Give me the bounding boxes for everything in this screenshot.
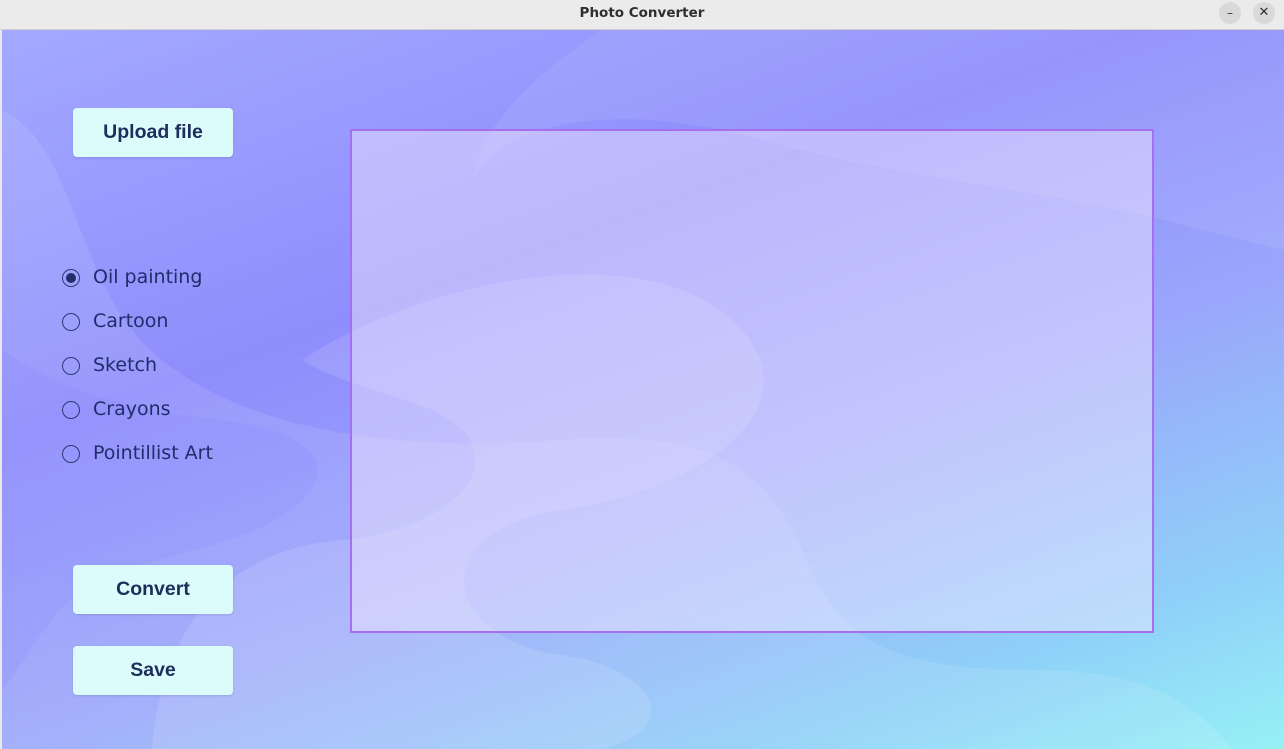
- radio-unchecked-icon[interactable]: [62, 313, 80, 331]
- window-title: Photo Converter: [579, 5, 705, 21]
- radio-unchecked-icon[interactable]: [62, 357, 80, 375]
- radio-unchecked-icon[interactable]: [62, 445, 80, 463]
- save-button[interactable]: Save: [73, 646, 233, 695]
- radio-unchecked-icon[interactable]: [62, 401, 80, 419]
- convert-button[interactable]: Convert: [73, 565, 233, 614]
- main-content: Upload file Oil painting Cartoon Sketch …: [2, 30, 1284, 749]
- radio-label: Cartoon: [93, 310, 169, 332]
- image-preview-area: [350, 129, 1154, 633]
- radio-checked-icon[interactable]: [62, 269, 80, 287]
- minimize-icon[interactable]: –: [1219, 2, 1241, 24]
- radio-label: Pointillist Art: [93, 442, 213, 464]
- title-bar[interactable]: Photo Converter – ✕: [0, 0, 1284, 30]
- radio-label: Oil painting: [93, 266, 203, 288]
- radio-label: Sketch: [93, 354, 158, 376]
- app-window: Photo Converter – ✕ Upload file Oil pain…: [0, 0, 1284, 749]
- close-icon[interactable]: ✕: [1253, 2, 1275, 24]
- radio-label: Crayons: [93, 398, 171, 420]
- upload-file-button[interactable]: Upload file: [73, 108, 233, 157]
